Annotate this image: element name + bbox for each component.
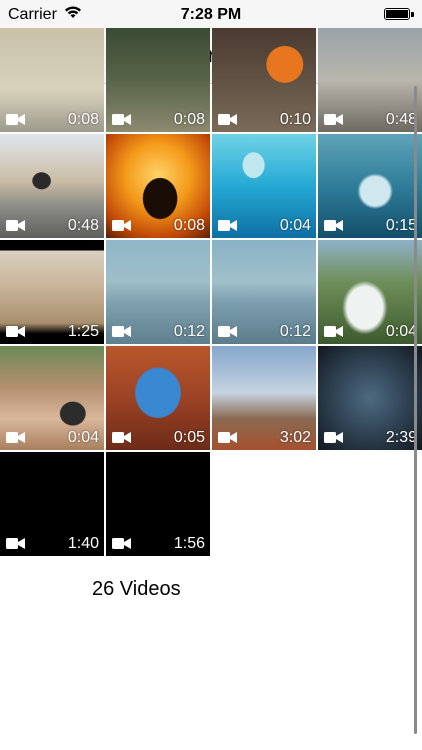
video-icon <box>112 432 131 443</box>
video-thumbnail[interactable]: 3:02 <box>212 346 316 450</box>
video-duration: 0:10 <box>279 111 311 128</box>
scrollbar[interactable] <box>414 86 417 734</box>
video-icon <box>112 538 131 549</box>
video-thumbnail[interactable]: 0:12 <box>212 240 316 344</box>
video-thumbnail[interactable]: 0:05 <box>106 346 210 450</box>
video-duration: 0:04 <box>385 323 417 340</box>
video-duration: 0:12 <box>279 323 311 340</box>
video-icon <box>6 538 25 549</box>
video-duration: 0:08 <box>173 217 205 234</box>
video-icon <box>324 326 343 337</box>
video-thumbnail[interactable]: 2:39 <box>318 346 422 450</box>
video-icon <box>218 326 237 337</box>
video-count: 26 Videos <box>92 578 181 600</box>
battery-icon <box>384 8 414 20</box>
video-duration: 1:56 <box>173 535 205 552</box>
video-icon <box>218 432 237 443</box>
video-duration: 0:08 <box>173 111 205 128</box>
video-thumbnail[interactable]: 1:56 <box>106 452 210 556</box>
video-icon <box>324 432 343 443</box>
video-thumbnail[interactable]: 0:04 <box>212 134 316 238</box>
video-icon <box>112 114 131 125</box>
video-duration: 0:15 <box>385 217 417 234</box>
video-duration: 2:39 <box>385 429 417 446</box>
video-thumbnail[interactable]: 0:08 <box>0 28 104 132</box>
video-duration: 1:25 <box>67 323 99 340</box>
video-icon <box>6 220 25 231</box>
video-icon <box>218 114 237 125</box>
video-thumbnail[interactable]: 1:40 <box>0 452 104 556</box>
video-thumbnail[interactable]: 0:04 <box>318 240 422 344</box>
video-thumbnail[interactable]: 0:08 <box>106 28 210 132</box>
video-icon <box>6 432 25 443</box>
video-thumbnail[interactable]: 0:48 <box>0 134 104 238</box>
video-thumbnail[interactable]: 0:12 <box>106 240 210 344</box>
video-icon <box>6 326 25 337</box>
video-duration: 0:12 <box>173 323 205 340</box>
video-icon <box>324 114 343 125</box>
status-bar: Carrier 7:28 PM <box>0 0 422 30</box>
video-duration: 0:04 <box>279 217 311 234</box>
clock: 7:28 PM <box>180 6 242 23</box>
video-thumbnail[interactable]: 0:04 <box>0 346 104 450</box>
video-duration: 0:48 <box>385 111 417 128</box>
video-icon <box>6 114 25 125</box>
video-thumbnail[interactable]: 0:10 <box>212 28 316 132</box>
video-duration: 0:05 <box>173 429 205 446</box>
video-icon <box>218 220 237 231</box>
video-duration: 0:48 <box>67 217 99 234</box>
video-thumbnail[interactable]: 1:25 <box>0 240 104 344</box>
video-duration: 0:04 <box>67 429 99 446</box>
video-duration: 3:02 <box>279 429 311 446</box>
video-icon <box>112 220 131 231</box>
video-thumbnail[interactable]: 0:15 <box>318 134 422 238</box>
video-icon <box>112 326 131 337</box>
video-duration: 1:40 <box>67 535 99 552</box>
video-duration: 0:08 <box>67 111 99 128</box>
video-thumbnail[interactable]: 0:08 <box>106 134 210 238</box>
video-thumbnail[interactable]: 0:48 <box>318 28 422 132</box>
video-icon <box>324 220 343 231</box>
